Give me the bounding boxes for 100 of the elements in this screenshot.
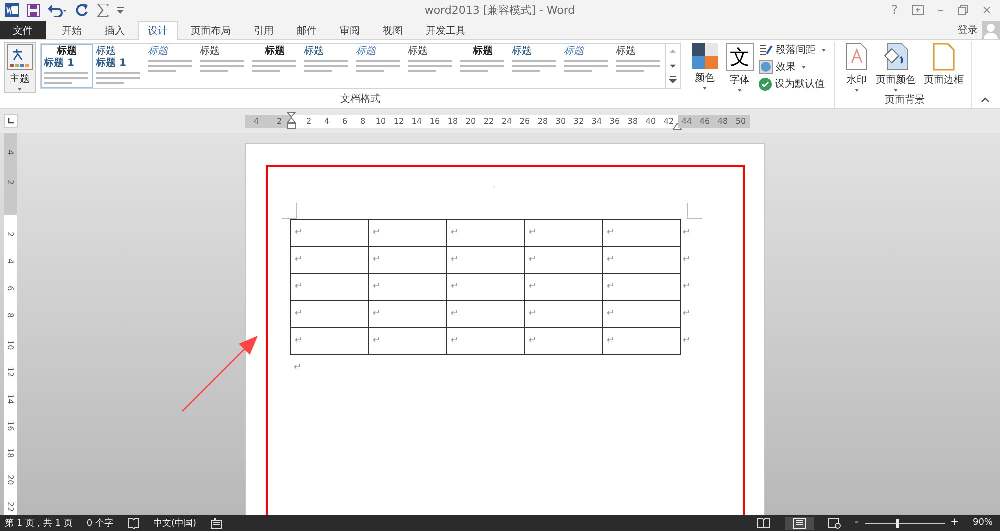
page-borders-button[interactable]: 页面边框 xyxy=(921,42,967,88)
web-layout-icon[interactable] xyxy=(828,518,841,528)
ruler-number: 42 xyxy=(662,116,676,128)
language-indicator[interactable]: 中文(中国) xyxy=(154,516,197,530)
ruler-number: 36 xyxy=(608,116,622,128)
ribbon-tab[interactable]: 引用 xyxy=(244,21,284,39)
ribbon-display-icon[interactable] xyxy=(912,5,924,15)
theme-button[interactable]: 主题 xyxy=(4,42,36,93)
word-logo-icon[interactable] xyxy=(5,3,19,17)
paragraph-spacing-icon xyxy=(759,44,773,56)
table-cell[interactable]: ↵ xyxy=(524,300,602,328)
indent-marker-icon[interactable] xyxy=(287,112,296,128)
table-cell[interactable]: ↵ xyxy=(290,328,368,354)
ruler-number: 2 xyxy=(276,116,284,128)
header-paragraph-mark: . xyxy=(493,181,496,189)
colors-button[interactable]: 颜色 xyxy=(689,42,721,91)
ribbon-tab[interactable]: 插入 xyxy=(95,21,135,39)
ruler-number: 8 xyxy=(5,313,16,320)
table-cell[interactable]: ↵ xyxy=(290,220,368,246)
table-cell[interactable]: ↵ xyxy=(446,246,524,274)
ruler-number: 4 xyxy=(5,259,16,266)
watermark-button[interactable]: 水印 xyxy=(843,42,871,93)
table-cell[interactable]: ↵ xyxy=(290,246,368,274)
table-cell[interactable]: ↵ xyxy=(602,274,680,300)
table-cell[interactable]: ↵ xyxy=(602,300,680,328)
table-cell[interactable]: ↵ xyxy=(524,220,602,246)
print-layout-button[interactable] xyxy=(784,516,814,530)
ruler-number: 38 xyxy=(626,116,640,128)
customize-toolbar-icon[interactable] xyxy=(117,6,124,14)
ruler-number: 32 xyxy=(572,116,586,128)
macro-icon[interactable] xyxy=(210,518,222,528)
paragraph-spacing-button[interactable]: 段落间距 xyxy=(759,43,826,57)
ruler-number: 18 xyxy=(5,448,16,460)
table-cell[interactable]: ↵ xyxy=(290,300,368,328)
ruler-number: 18 xyxy=(446,116,460,128)
zoom-in-button[interactable]: + xyxy=(950,517,959,529)
ruler-number: 8 xyxy=(359,116,367,128)
collapse-ribbon-icon[interactable] xyxy=(981,97,990,103)
page-border-icon xyxy=(933,43,955,71)
watermark-icon xyxy=(846,43,868,71)
table-cell[interactable]: ↵ xyxy=(524,274,602,300)
zoom-level[interactable]: 90% xyxy=(972,518,993,528)
vertical-ruler[interactable]: 4 2 2 4 6 8 10 12 14 16 18 20 22 xyxy=(4,133,17,515)
restore-icon[interactable] xyxy=(958,5,968,15)
ruler-number: 20 xyxy=(464,116,478,128)
file-tab[interactable]: 文件 xyxy=(0,21,46,39)
zoom-slider-thumb[interactable] xyxy=(896,518,899,528)
group-label: 文档格式 xyxy=(340,92,380,107)
ruler-number: 6 xyxy=(5,286,16,294)
ribbon-tab[interactable]: 视图 xyxy=(373,21,413,39)
undo-icon[interactable] xyxy=(48,4,68,16)
sum-icon[interactable] xyxy=(97,4,109,16)
table-cell[interactable]: ↵ xyxy=(446,300,524,328)
ruler-number: 10 xyxy=(5,340,16,352)
save-icon[interactable] xyxy=(27,4,40,16)
table-cell[interactable]: ↵ xyxy=(602,220,680,246)
table-cell[interactable]: ↵ xyxy=(446,220,524,246)
ruler-number: 48 xyxy=(716,116,730,128)
read-mode-icon[interactable] xyxy=(756,518,771,528)
ruler-number: 4 xyxy=(323,116,331,128)
table-cell[interactable]: ↵ xyxy=(602,328,680,354)
style-set-thumbnail[interactable]: 标题 标题 1 xyxy=(41,44,93,88)
table-cell[interactable]: ↵ xyxy=(368,300,446,328)
table-cell[interactable]: ↵ xyxy=(368,220,446,246)
fonts-button[interactable]: 文 字体 xyxy=(723,42,757,93)
tab-selector-icon[interactable] xyxy=(4,114,18,128)
page-color-button[interactable]: 页面颜色 xyxy=(873,42,919,93)
ribbon-tab[interactable]: 页面布局 xyxy=(181,21,241,39)
redo-icon[interactable] xyxy=(76,4,89,16)
word-count[interactable]: 0 个字 xyxy=(86,516,114,530)
ribbon-tab[interactable]: 审阅 xyxy=(330,21,370,39)
ribbon-tab[interactable]: 邮件 xyxy=(287,21,327,39)
ribbon-tab[interactable]: 开发工具 xyxy=(416,21,476,39)
table-cell[interactable]: ↵ xyxy=(602,246,680,274)
crop-mark xyxy=(687,203,702,219)
ribbon-tab[interactable]: 设计 xyxy=(138,21,178,40)
checkmark-icon xyxy=(759,78,772,90)
effects-button[interactable]: 效果 xyxy=(759,60,826,74)
table-cell[interactable]: ↵ xyxy=(524,328,602,354)
sign-in-link[interactable]: 登录 xyxy=(954,22,982,36)
set-as-default-button[interactable]: 设为默认值 xyxy=(759,77,826,91)
print-layout-icon xyxy=(792,518,806,528)
ruler-number: 40 xyxy=(644,116,658,128)
page-count[interactable]: 第 1 页，共 1 页 xyxy=(5,516,73,530)
table-cell[interactable]: ↵ xyxy=(368,246,446,274)
ruler-number: 20 xyxy=(5,475,16,488)
ruler-number: 24 xyxy=(500,116,514,128)
ribbon-tab[interactable]: 开始 xyxy=(52,21,92,39)
table-cell[interactable]: ↵ xyxy=(368,328,446,354)
zoom-out-button[interactable]: - xyxy=(854,517,859,529)
ruler-number: 16 xyxy=(5,421,16,434)
table-cell[interactable]: ↵ xyxy=(290,274,368,300)
table-cell[interactable]: ↵ xyxy=(368,274,446,300)
ruler-number: 34 xyxy=(590,116,604,128)
ruler-number: 44 xyxy=(680,116,694,128)
table-cell[interactable]: ↵ xyxy=(446,328,524,354)
table-cell[interactable]: ↵ xyxy=(524,246,602,274)
table-cell[interactable]: ↵ xyxy=(446,274,524,300)
proofing-icon[interactable] xyxy=(128,518,140,528)
row-end-mark: ↵ xyxy=(680,300,694,328)
